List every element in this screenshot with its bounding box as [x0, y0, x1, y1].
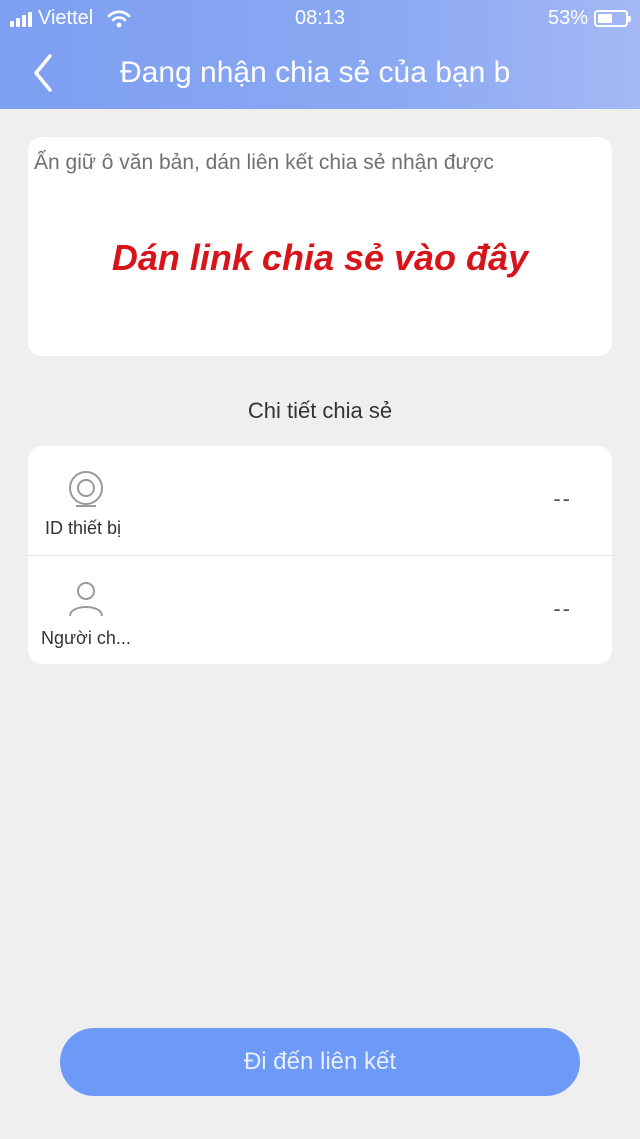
detail-value: --: [553, 486, 572, 511]
back-button[interactable]: [24, 48, 64, 98]
share-details-card: ID thiết bị -- Người ch... --: [28, 446, 612, 664]
camera-icon: [69, 471, 103, 507]
detail-value: --: [553, 596, 572, 621]
detail-row-sharer: Người ch... --: [28, 555, 612, 665]
detail-label: ID thiết bị: [45, 518, 122, 538]
paste-placeholder: Ấn giữ ô văn bản, dán liên kết chia sẻ n…: [34, 151, 494, 174]
chevron-left-icon: [34, 54, 52, 92]
battery: 53%: [547, 7, 631, 30]
share-details-title: Chi tiết chia sẻ: [247, 398, 393, 423]
clock: 08:13: [294, 7, 346, 29]
status-bar: Viettel 08:13 53%: [0, 0, 640, 36]
go-to-link-button[interactable]: Đi đến liên kết: [60, 1028, 580, 1096]
paste-link-textarea[interactable]: Ấn giữ ô văn bản, dán liên kết chia sẻ n…: [28, 137, 612, 356]
nav-bar: Đang nhận chia sẻ của bạn b: [0, 36, 640, 109]
header: Viettel 08:13 53% Đang nhận chia sẻ của …: [0, 0, 640, 109]
page-title: Đang nhận chia sẻ của bạn b: [120, 56, 511, 89]
paste-hint-annotation: Dán link chia sẻ vào đây: [111, 237, 529, 278]
battery-percent: 53%: [547, 7, 588, 29]
user-icon: [69, 582, 103, 617]
detail-row-device-id: ID thiết bị --: [28, 446, 612, 555]
detail-label: Người ch...: [41, 628, 131, 648]
battery-icon: [594, 10, 631, 27]
